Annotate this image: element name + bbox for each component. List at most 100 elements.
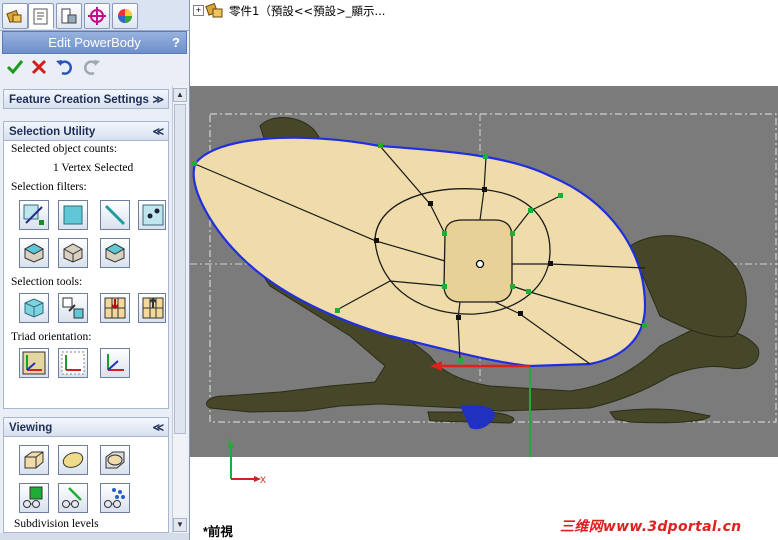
vertex-filter-icon xyxy=(23,204,44,225)
vertex-filter-button[interactable] xyxy=(19,200,49,230)
view-box-button[interactable] xyxy=(19,445,49,475)
panel-scrollbar[interactable]: ▲ ▼ xyxy=(172,86,187,534)
part-name-label: 零件1（預設<<預設>_顯示... xyxy=(229,4,386,18)
manager-tabs xyxy=(0,0,189,31)
close-icon xyxy=(31,59,47,75)
ok-button[interactable] xyxy=(4,56,26,78)
feature-manager-tab[interactable] xyxy=(2,3,28,29)
cube-icon xyxy=(24,298,44,318)
selection-filters-label: Selection filters: xyxy=(11,181,87,193)
loop-selection-icon xyxy=(104,297,126,319)
edge-filter-button[interactable] xyxy=(100,200,130,230)
undo-icon xyxy=(56,60,72,75)
ring-selection-icon xyxy=(142,297,164,319)
edge-filter-icon xyxy=(104,204,126,226)
action-bar xyxy=(2,56,185,78)
viewing-header[interactable]: Viewing ≪ xyxy=(3,417,169,437)
smooth-body-icon xyxy=(62,452,84,468)
point-filter-icon xyxy=(142,204,164,226)
subdivision-levels-label: Subdivision levels xyxy=(14,518,99,530)
ring-selection-button[interactable] xyxy=(138,293,166,323)
watermark-text: 三维网www.3dportal.cn xyxy=(560,519,742,535)
grow-selection-button[interactable] xyxy=(58,293,88,323)
face-filter-button[interactable] xyxy=(58,200,88,230)
viewing-body: Subdivision levels xyxy=(3,437,169,533)
box-face-icon xyxy=(104,243,126,263)
box-filter-face-button[interactable] xyxy=(100,238,130,268)
checkmark-icon xyxy=(6,60,24,75)
feature-creation-settings-header[interactable]: Feature Creation Settings ≫ xyxy=(3,89,169,109)
box-filter-top-button[interactable] xyxy=(19,238,49,268)
triad-local-icon xyxy=(61,351,85,375)
triad-local-button[interactable] xyxy=(58,348,88,378)
property-manager-title: Edit PowerBody ? xyxy=(2,31,187,54)
model-scene xyxy=(190,113,778,457)
face-filter-icon xyxy=(63,205,83,225)
select-cube-button[interactable] xyxy=(19,293,49,323)
cancel-button[interactable] xyxy=(28,56,50,78)
selected-count-value: 1 Vertex Selected xyxy=(53,162,134,174)
box-and-smooth-icon xyxy=(105,451,125,469)
view-smooth-button[interactable] xyxy=(58,445,88,475)
triad-world-icon xyxy=(22,351,46,375)
redo-button[interactable] xyxy=(80,56,102,78)
display-vertices-button[interactable] xyxy=(100,483,130,513)
triad-orientation-label: Triad orientation: xyxy=(11,331,92,343)
triad-world-button[interactable] xyxy=(19,348,49,378)
selection-utility-header[interactable]: Selection Utility ≪ xyxy=(3,121,169,141)
property-sheet-icon xyxy=(33,8,48,25)
triad-view-icon xyxy=(107,354,124,371)
expand-chevron-icon[interactable]: ≫ xyxy=(152,90,164,110)
selected-counts-label: Selected object counts: xyxy=(11,143,118,155)
crosshair-icon xyxy=(88,7,106,25)
help-button[interactable]: ? xyxy=(172,32,180,53)
collapse-chevron-icon[interactable]: ≪ xyxy=(152,418,164,438)
glasses-vertex-icon xyxy=(104,488,125,508)
powerbody-surface xyxy=(192,136,647,368)
point-filter-button[interactable] xyxy=(138,200,166,230)
box-top-face-icon xyxy=(23,243,45,263)
triad-rotate-handle[interactable] xyxy=(460,405,495,430)
glasses-edge-icon xyxy=(62,487,82,508)
property-manager-panel: Edit PowerBody ? Feature Creation Settin… xyxy=(0,0,190,540)
loop-selection-button[interactable] xyxy=(100,293,130,323)
box-shaded-icon xyxy=(24,451,44,469)
section-label: Selection Utility xyxy=(9,126,96,138)
undo-button[interactable] xyxy=(54,56,76,78)
section-label: Feature Creation Settings xyxy=(9,94,149,106)
property-manager-tab[interactable] xyxy=(28,3,54,29)
display-faces-button[interactable] xyxy=(19,483,49,513)
view-orientation-label: *前視 xyxy=(203,525,233,539)
feature-tree-flyout[interactable]: + 零件1（預設<<預設>_顯示... xyxy=(193,2,493,20)
reference-triad-icon: Y X xyxy=(226,437,266,485)
scrollbar-thumb[interactable] xyxy=(174,104,186,434)
section-label: Viewing xyxy=(9,422,53,434)
selection-utility-body: Selected object counts: 1 Vertex Selecte… xyxy=(3,141,169,409)
dimxpert-manager-tab[interactable] xyxy=(84,3,110,29)
selected-vertex[interactable] xyxy=(475,259,485,269)
scroll-up-arrow-icon[interactable]: ▲ xyxy=(173,88,187,102)
view-both-button[interactable] xyxy=(100,445,130,475)
box-filter-edge-button[interactable] xyxy=(58,238,88,268)
title-text: Edit PowerBody xyxy=(48,35,141,50)
box-edge-icon xyxy=(63,243,83,263)
part-icon xyxy=(205,2,223,18)
svg-text:Y: Y xyxy=(226,437,232,447)
bottom-tab-strip xyxy=(0,533,189,540)
triad-view-button[interactable] xyxy=(100,348,130,378)
color-wheel-icon xyxy=(118,9,132,23)
scroll-down-arrow-icon[interactable]: ▼ xyxy=(173,518,187,532)
grow-selection-icon xyxy=(62,297,84,319)
expand-tree-icon[interactable]: + xyxy=(193,5,204,16)
configuration-icon xyxy=(61,8,77,24)
display-edges-button[interactable] xyxy=(58,483,88,513)
feature-tree-icon xyxy=(6,9,22,24)
configuration-manager-tab[interactable] xyxy=(56,3,82,29)
collapse-chevron-icon[interactable]: ≪ xyxy=(152,122,164,142)
redo-icon xyxy=(84,60,100,75)
graphics-viewport[interactable] xyxy=(190,86,778,457)
glasses-face-icon xyxy=(23,486,43,508)
svg-text:X: X xyxy=(260,475,266,485)
selection-tools-label: Selection tools: xyxy=(11,276,83,288)
display-manager-tab[interactable] xyxy=(112,3,138,29)
